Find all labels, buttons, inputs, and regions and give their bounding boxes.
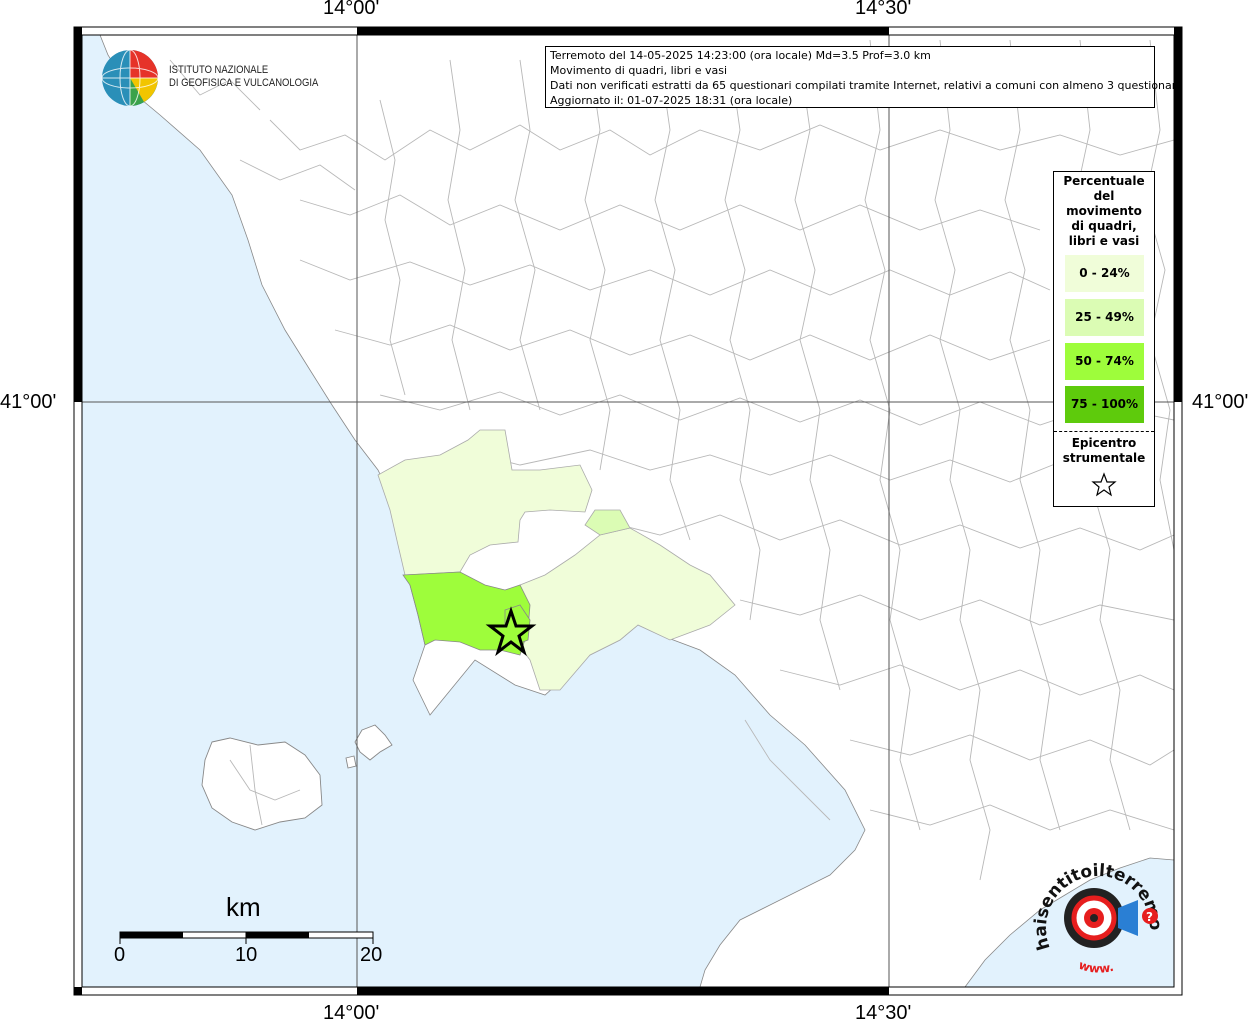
svg-text:?: ? [1146,910,1153,924]
legend-separator [1054,431,1154,432]
legend-class-25-49: 25 - 49% [1065,299,1144,336]
scale-unit: km [226,892,261,922]
lat-label-left: 41°00' [0,391,57,413]
lon-label-bottom-14-30: 14°30' [855,1002,912,1024]
legend-title-line: movimento [1066,204,1142,218]
legend-class-0-24: 0 - 24% [1065,255,1144,292]
legend-epicenter-line: Epicentro [1071,436,1137,450]
svg-text:www.: www. [1077,958,1115,976]
legend-epicenter-line: strumentale [1062,451,1146,465]
event-info-line1: Terremoto del 14-05-2025 14:23:00 (ora l… [550,49,931,62]
legend-epicenter-label: Epicentro strumentale [1054,436,1154,466]
event-info-line4: Aggiornato il: 01-07-2025 18:31 (ora loc… [550,94,793,107]
scale-label-10: 10 [235,944,258,966]
event-info-line2: Movimento di quadri, libri e vasi [550,64,728,77]
scale-label-0: 0 [114,944,126,966]
haisentito-logo-www: www. [1077,958,1115,976]
legend-class-50-74: 50 - 74% [1065,343,1144,380]
ingv-logo [100,48,162,114]
ingv-logo-text: ISTITUTO NAZIONALE DI GEOFISICA E VULCAN… [169,64,318,90]
lon-label-top-14-00: 14°00' [323,0,380,19]
legend-class-75-100: 75 - 100% [1065,386,1144,423]
haisentito-logo[interactable]: haisentitoilterremoto.it www. ? [1030,858,1170,988]
event-info-box: Terremoto del 14-05-2025 14:23:00 (ora l… [545,46,1183,108]
legend: Percentuale del movimento di quadri, lib… [1053,171,1155,507]
lon-label-bottom-14-00: 14°00' [323,1002,380,1024]
legend-title-line: del [1093,189,1115,203]
lon-label-top-14-30: 14°30' [855,0,912,19]
event-info-line3: Dati non verificati estratti da 65 quest… [550,79,1183,92]
ingv-globe-icon [101,49,159,107]
island-vivara [345,755,357,769]
scale-bar: km 0 10 20 [110,880,390,980]
legend-title-line: Percentuale [1063,174,1145,188]
star-icon [1091,472,1117,497]
lat-label-right: 41°00' [1192,391,1249,413]
scale-label-20: 20 [360,944,383,966]
ingv-logo-line2: DI GEOFISICA E VULCANOLOGIA [169,77,319,89]
ingv-logo-line1: ISTITUTO NAZIONALE [169,64,269,76]
legend-title-line: di quadri, [1071,219,1137,233]
legend-title: Percentuale del movimento di quadri, lib… [1054,172,1154,249]
legend-title-line: libri e vasi [1068,234,1140,248]
